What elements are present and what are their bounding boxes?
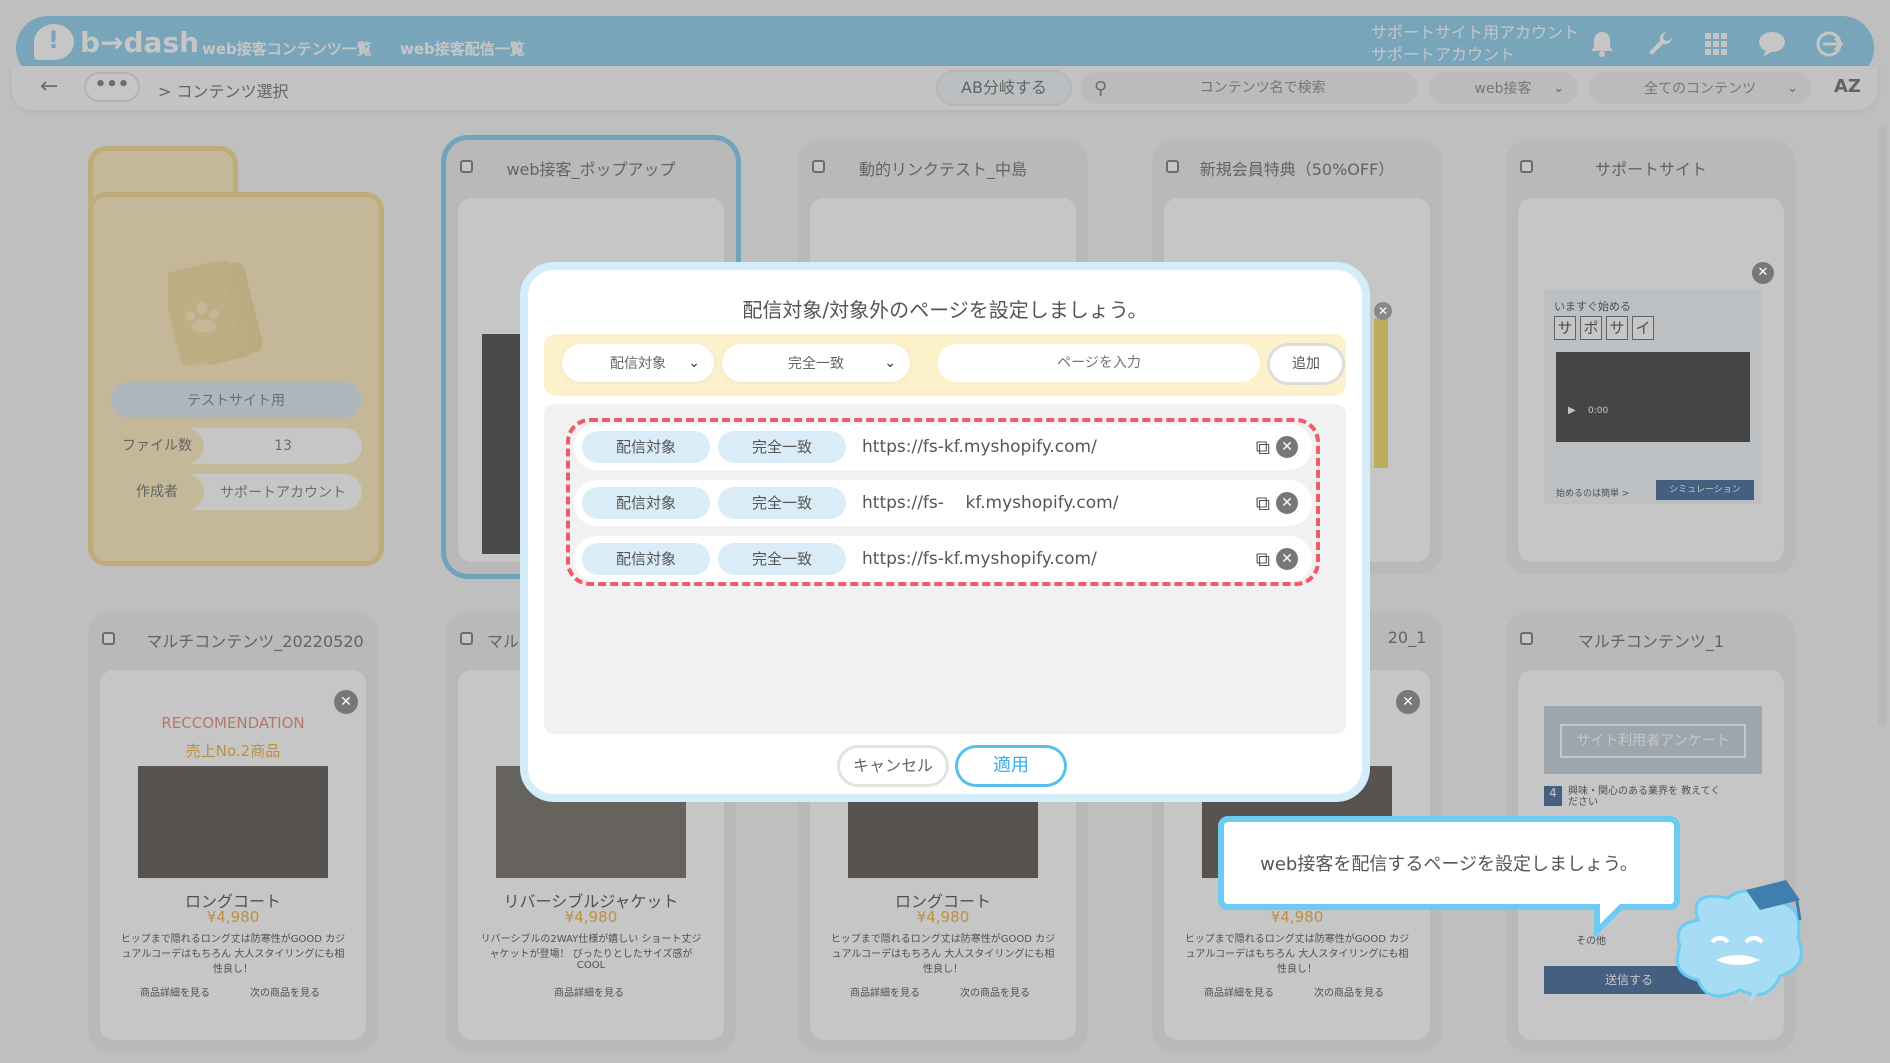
rule-match-tag[interactable]: 完全一致 (718, 487, 846, 519)
rule-row: 配信対象 完全一致 https://fs-kf.myshopify.com/ ⧉… (574, 536, 1312, 582)
cancel-button[interactable]: キャンセル (840, 748, 946, 784)
rule-list: 配信対象 完全一致 https://fs-kf.myshopify.com/ ⧉… (544, 404, 1346, 734)
modal-title: 配信対象/対象外のページを設定しましょう。 (742, 298, 1148, 322)
page-url-input[interactable] (938, 344, 1260, 382)
rule-row: 配信対象 完全一致 https://fs- kf.myshopify.com/ … (574, 480, 1312, 526)
rule-url: https://fs- kf.myshopify.com/ (862, 493, 1119, 513)
rule-target-tag[interactable]: 配信対象 (582, 431, 710, 463)
external-link-icon[interactable]: ⧉ (1256, 491, 1270, 515)
remove-icon[interactable]: ✕ (1276, 436, 1298, 458)
add-rule-bar: 配信対象 ⌄ 完全一致 ⌄ 追加 (544, 334, 1346, 396)
tooltip-tail-inner (1600, 902, 1622, 924)
rule-row: 配信対象 完全一致 https://fs-kf.myshopify.com/ ⧉… (574, 424, 1312, 470)
close-icon[interactable]: ✕ (1752, 262, 1774, 284)
rule-url: https://fs-kf.myshopify.com/ (862, 549, 1097, 569)
rule-match-tag[interactable]: 完全一致 (718, 543, 846, 575)
match-type-select[interactable]: 完全一致 ⌄ (722, 344, 910, 382)
rule-target-tag[interactable]: 配信対象 (582, 543, 710, 575)
page-target-modal: 配信対象/対象外のページを設定しましょう。 配信対象 ⌄ 完全一致 ⌄ 追加 配… (520, 262, 1370, 802)
external-link-icon[interactable]: ⧉ (1256, 435, 1270, 459)
rule-url: https://fs-kf.myshopify.com/ (862, 437, 1097, 457)
close-icon[interactable]: ✕ (1374, 302, 1392, 320)
scrollbar-thumb[interactable] (1878, 126, 1886, 726)
external-link-icon[interactable]: ⧉ (1256, 547, 1270, 571)
chevron-down-icon: ⌄ (884, 355, 896, 371)
rule-match-tag[interactable]: 完全一致 (718, 431, 846, 463)
rule-target-tag[interactable]: 配信対象 (582, 487, 710, 519)
target-type-select[interactable]: 配信対象 ⌄ (562, 344, 714, 382)
chevron-down-icon: ⌄ (688, 355, 700, 371)
close-icon[interactable]: ✕ (1396, 690, 1420, 714)
mascot-icon (1675, 880, 1803, 1006)
page-scrollbar[interactable] (1876, 116, 1888, 736)
remove-icon[interactable]: ✕ (1276, 492, 1298, 514)
help-tooltip: web接客を配信するページを設定しましょう。 (1218, 816, 1680, 910)
help-text: web接客を配信するページを設定しましょう。 (1260, 854, 1638, 875)
add-button[interactable]: 追加 (1270, 346, 1342, 382)
apply-button[interactable]: 適用 (958, 748, 1064, 784)
remove-icon[interactable]: ✕ (1276, 548, 1298, 570)
close-icon[interactable]: ✕ (334, 690, 358, 714)
